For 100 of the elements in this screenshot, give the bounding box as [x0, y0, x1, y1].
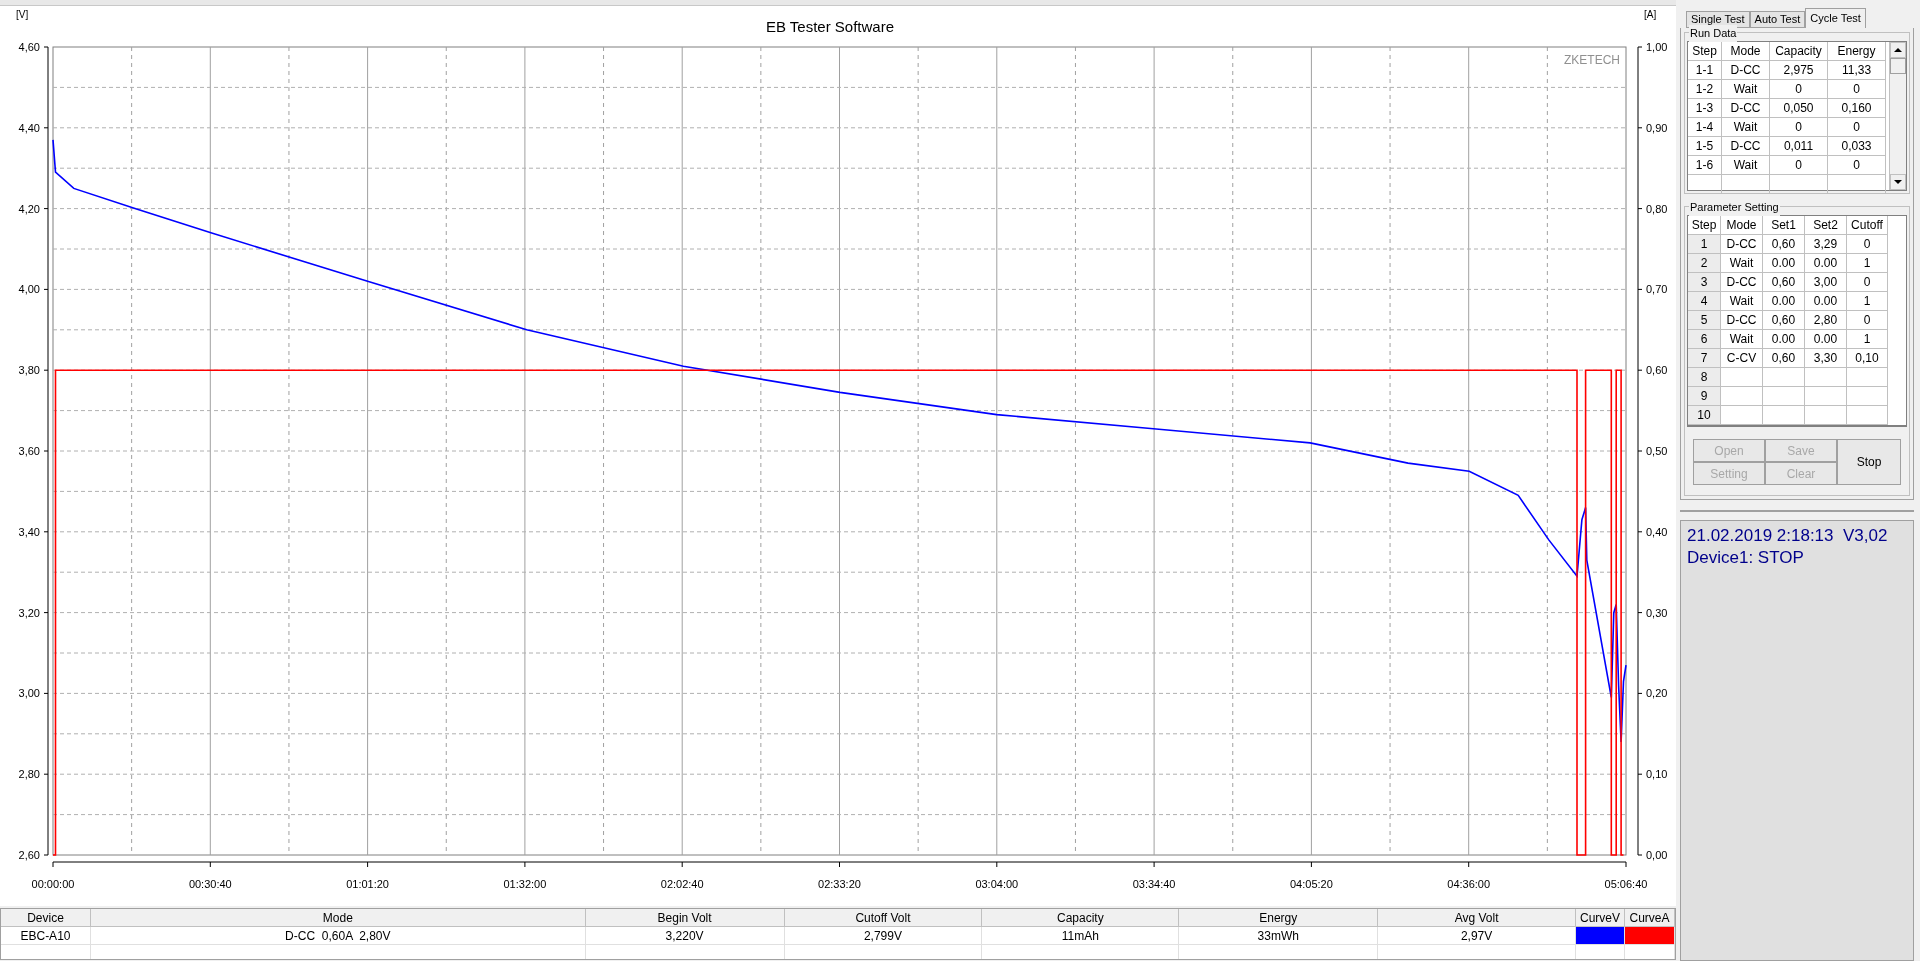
watermark-label: ZKETECH [1564, 53, 1620, 67]
table-cell: D-CC [1721, 273, 1763, 292]
tick-label: 0,40 [1646, 525, 1668, 538]
table-cell: 2,97V [1378, 927, 1577, 945]
table-cell: D-CC [1722, 61, 1770, 80]
row-header: 4 [1688, 292, 1721, 311]
column-header[interactable]: Begin Volt [585, 909, 785, 927]
table-cell: D-CC [1721, 235, 1763, 254]
tick-label: 03:34:40 [1132, 878, 1176, 890]
table-cell: 33mWh [1179, 927, 1379, 945]
tick-label: 0,70 [1646, 283, 1668, 296]
tab[interactable]: Cycle Test [1805, 8, 1866, 28]
table-cell: 0 [1828, 80, 1886, 99]
table-cell: 0 [1770, 118, 1828, 137]
column-header[interactable]: Energy [1828, 42, 1886, 61]
status-text: 21.02.2019 2:18:13 V3,02 [1687, 525, 1889, 547]
table-cell: 0.00 [1763, 254, 1805, 273]
table-cell: 0.00 [1763, 330, 1805, 349]
scrollbar[interactable] [1889, 42, 1906, 190]
table-cell: 0 [1770, 156, 1828, 175]
button[interactable]: Stop [1837, 439, 1901, 485]
tick-label: 0,90 [1646, 121, 1668, 134]
table-cell: 1 [1847, 330, 1888, 349]
group-title: Run Data [1689, 25, 1738, 42]
table-cell: 0,160 [1828, 99, 1886, 118]
column-header[interactable]: Step [1688, 216, 1721, 235]
tick-label: 3,00 [18, 687, 40, 700]
table-cell: 0 [1770, 80, 1828, 99]
table-cell: 0,050 [1770, 99, 1828, 118]
tick-label: 05:06:40 [1604, 878, 1648, 890]
tick-label: 4,40 [18, 121, 40, 134]
table-cell: 2,975 [1770, 61, 1828, 80]
tick-label: 0,10 [1646, 768, 1668, 781]
scroll-thumb[interactable] [1890, 58, 1906, 74]
column-header[interactable]: Mode [1721, 216, 1763, 235]
table-cell: 1 [1847, 254, 1888, 273]
column-header[interactable]: Mode [90, 909, 586, 927]
tick-label: 0,20 [1646, 687, 1668, 700]
column-header[interactable]: Set1 [1763, 216, 1805, 235]
row-header: 1 [1688, 235, 1721, 254]
table-cell: 2,80 [1805, 311, 1847, 330]
axis-unit: [V] [16, 9, 29, 20]
column-header[interactable]: Avg Volt [1378, 909, 1577, 927]
row-header: 6 [1688, 330, 1721, 349]
table-cell: 0 [1828, 156, 1886, 175]
tick-label: 4,00 [18, 283, 40, 296]
tick-label: 4,20 [18, 202, 40, 215]
column-header[interactable]: Step [1688, 42, 1722, 61]
tick-label: 01:01:20 [346, 878, 389, 890]
table-cell: 3,00 [1805, 273, 1847, 292]
row-header: 3 [1688, 273, 1721, 292]
table-cell: 11mAh [982, 927, 1180, 945]
tick-label: 0,30 [1646, 606, 1668, 619]
tick-label: 01:32:00 [503, 878, 547, 890]
table-cell: D-CC 0,60A 2,80V [90, 927, 586, 945]
column-header[interactable]: Set2 [1805, 216, 1847, 235]
tick-label: 0,50 [1646, 445, 1668, 457]
table-cell: 1-3 [1688, 99, 1722, 118]
table-cell: 0.00 [1805, 292, 1847, 311]
table-cell: Wait [1722, 80, 1770, 99]
row-header: 7 [1688, 349, 1721, 368]
column-header[interactable]: Cutoff [1847, 216, 1888, 235]
tick-label: 02:02:40 [660, 878, 704, 890]
table-cell: 0 [1847, 273, 1888, 292]
tick-label: 3,80 [18, 364, 40, 377]
table-cell: 0,011 [1770, 137, 1828, 156]
tab[interactable]: Auto Test [1749, 11, 1806, 28]
table-cell: 11,33 [1828, 61, 1886, 80]
table-cell: 0,60 [1763, 273, 1805, 292]
table-cell: D-CC [1722, 99, 1770, 118]
column-header[interactable]: Energy [1179, 909, 1379, 927]
table-cell: Wait [1721, 330, 1763, 349]
tick-label: 00:00:00 [31, 878, 75, 890]
table-cell: 1-5 [1688, 137, 1722, 156]
tick-label: 0,00 [1646, 849, 1668, 861]
scroll-up-icon[interactable] [1890, 42, 1906, 58]
column-header[interactable]: Device [1, 909, 91, 927]
row-header: 5 [1688, 311, 1721, 330]
table-cell: Wait [1722, 156, 1770, 175]
table-cell: 3,30 [1805, 349, 1847, 368]
tick-label: 2,60 [18, 849, 40, 861]
tick-label: 1,00 [1646, 41, 1668, 53]
column-header[interactable]: Mode [1722, 42, 1770, 61]
table-cell: Wait [1722, 118, 1770, 137]
column-header[interactable]: Capacity [982, 909, 1180, 927]
table-cell: 2,799V [784, 927, 983, 945]
row-header: 10 [1688, 406, 1721, 425]
table-cell: EBC-A10 [1, 927, 91, 945]
table-cell: 1-6 [1688, 156, 1722, 175]
table-cell: 0.00 [1805, 254, 1847, 273]
table-cell: 1 [1847, 292, 1888, 311]
column-header[interactable]: Cutoff Volt [784, 909, 983, 927]
table-cell: Wait [1721, 292, 1763, 311]
table-cell: Wait [1721, 254, 1763, 273]
column-header[interactable]: Capacity [1770, 42, 1828, 61]
tick-label: 04:36:00 [1447, 878, 1491, 890]
table-cell: C-CV [1721, 349, 1763, 368]
tick-label: 04:05:20 [1290, 878, 1333, 890]
tick-label: 3,20 [18, 606, 40, 619]
scroll-down-icon[interactable] [1890, 174, 1906, 190]
